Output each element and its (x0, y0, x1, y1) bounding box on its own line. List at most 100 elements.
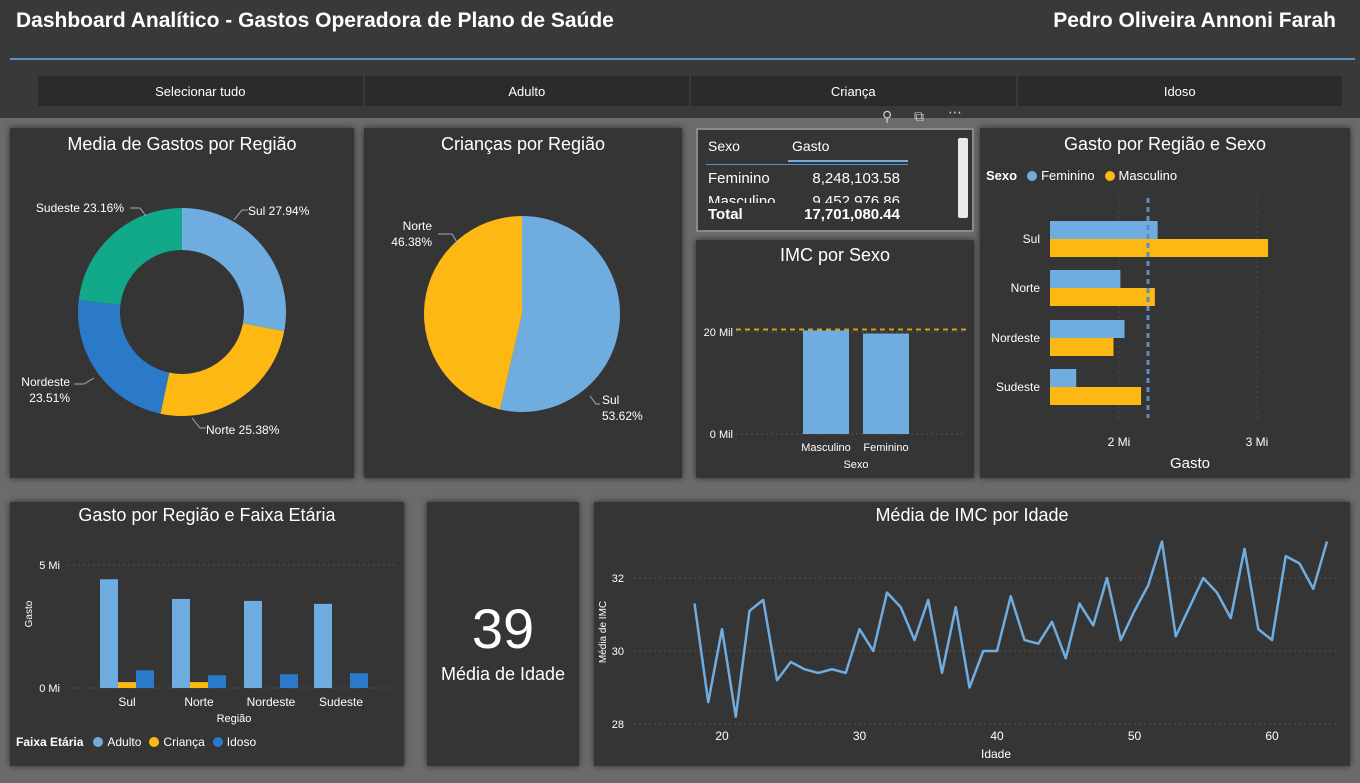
donut-label-norte: Norte 25.38% (206, 423, 280, 437)
donut-chart-panel[interactable]: Media de Gastos por Região Sul 27.94% Nor… (10, 128, 354, 478)
author-name: Pedro Oliveira Annoni Farah (1053, 9, 1336, 32)
hbar-category-norte: Norte (1011, 281, 1041, 295)
line-ylabel: Média de IMC (598, 601, 609, 663)
vbar-xtick-sul: Sul (118, 695, 135, 709)
table-header-underline (788, 160, 908, 162)
gasto-regiao-faixa-panel[interactable]: Gasto por Região e Faixa Etária Faixa Et… (10, 502, 404, 766)
vbar-nordeste-idoso (280, 674, 298, 688)
donut-label-nordeste-pct: 23.51% (29, 391, 70, 405)
gasto-regiao-sexo-chart: 2 Mi 3 Mi Sul Norte Nordeste Sudeste Gasto (991, 196, 1269, 472)
hbar-category-sudeste: Sudeste (996, 380, 1040, 394)
imc-idade-panel[interactable]: Média de IMC por Idade 28 30 32 20 30 40 50 60 I… (594, 502, 1350, 766)
pie-leader-sul (589, 395, 600, 405)
table-header-gasto[interactable]: Gasto (792, 138, 829, 154)
kpi-media-idade-value: 39 (471, 597, 535, 660)
imcsexo-ytick-zero: 0 Mil (710, 429, 733, 441)
gasto-regiao-sexo-panel[interactable]: Gasto por Região e Sexo Sexo Feminino Ma… (980, 128, 1350, 478)
pie-chart: Sul 53.62% Norte 46.38% (391, 216, 643, 423)
table-cell-gasto-masculino: 9,452,976.86 (812, 193, 900, 203)
donut-slice-sudeste (78, 208, 182, 305)
vbar-sudeste-idoso (350, 673, 368, 688)
line-ytick-32: 32 (612, 573, 624, 585)
hbar-xlabel: Gasto (1170, 455, 1210, 472)
pie-label-sul-pct: 53.62% (602, 409, 643, 423)
vbar-norte-criança (190, 682, 208, 688)
imc-sexo-chart: 20 Mil 0 Mil Masculino Feminino Sexo (704, 327, 966, 471)
vbar-sudeste-adulto (314, 603, 332, 688)
line-xlabel: Idade (981, 747, 1011, 761)
legend-dot-adulto (93, 737, 104, 747)
focus-mode-icon[interactable]: ⧉ (914, 108, 924, 125)
kpi-media-idade-label: Média de Idade (440, 664, 566, 684)
imcsexo-bar-feminino (863, 333, 909, 434)
header: Dashboard Analítico - Gastos Operadora d… (0, 0, 1360, 118)
hbar-norte-feminino (1050, 270, 1121, 288)
table-header-sexo[interactable]: Sexo (708, 138, 740, 154)
table-total-value: 17,701,080.44 (804, 206, 900, 223)
vbar-sul-criança (118, 682, 136, 688)
line-xtick-30: 30 (853, 729, 867, 743)
table-cell-sexo-feminino: Feminino (708, 170, 770, 187)
imc-sexo-panel[interactable]: IMC por Sexo 20 Mil 0 Mil Masculino Feminin… (696, 240, 974, 478)
vbar-sul-idoso (136, 670, 154, 688)
more-options-icon[interactable]: ⋯ (948, 104, 962, 121)
table-scrollbar[interactable] (958, 138, 968, 218)
table-cell-gasto-feminino: 8,248,103.58 (812, 170, 900, 187)
donut-label-sudeste: Sudeste 23.16% (36, 201, 124, 215)
vbar-nordeste-adulto (244, 600, 262, 688)
vbar-xtick-norte: Norte (184, 695, 214, 709)
imcsexo-xlabel: Sexo (843, 459, 868, 471)
hbar-sul-feminino (1050, 221, 1158, 239)
pie-label-norte-pct: 46.38% (391, 235, 432, 249)
hbar-category-nordeste: Nordeste (991, 331, 1040, 345)
age-group-slicer: Selecionar tudo Adulto Criança Idoso (38, 76, 1342, 106)
hbar-nordeste-masculino (1050, 338, 1114, 356)
slicer-select-all[interactable]: Selecionar tudo (38, 76, 363, 106)
line-series-imc (693, 540, 1329, 718)
filter-icon[interactable]: ⚲ (882, 108, 892, 125)
imcsexo-bar-masculino (803, 330, 849, 434)
imc-idade-chart: 28 30 32 20 30 40 50 60 Idade Média de IMC (598, 540, 1339, 761)
vbar-ylabel: Gasto (24, 600, 35, 627)
line-ytick-28: 28 (612, 719, 624, 731)
legend-label-idoso[interactable]: Idoso (227, 735, 256, 749)
hbar-xtick-3: 3 Mi (1246, 435, 1269, 449)
header-divider (10, 58, 1355, 60)
vbar-xtick-sudeste: Sudeste (319, 695, 363, 709)
vbar-norte-adulto (172, 598, 190, 688)
slicer-adulto[interactable]: Adulto (364, 76, 689, 106)
donut-label-nordeste-name: Nordeste (21, 375, 70, 389)
donut-label-sul: Sul 27.94% (248, 204, 310, 218)
imcsexo-xtick-masculino: Masculino (801, 442, 851, 454)
vbar-norte-idoso (208, 675, 226, 688)
hbar-sudeste-feminino (1050, 369, 1077, 387)
vbar-xlabel: Região (217, 713, 252, 725)
pie-label-norte-name: Norte (403, 219, 433, 233)
legend-label-crianca[interactable]: Criança (163, 735, 204, 749)
slicer-idoso[interactable]: Idoso (1017, 76, 1342, 106)
legend-dot-crianca (149, 737, 160, 747)
legend-label-adulto[interactable]: Adulto (107, 735, 141, 749)
gasto-regiao-faixa-chart: 5 Mi 0 Mi Sul Norte Nordeste Sudeste Região Gas… (24, 560, 398, 725)
hbar-sudeste-masculino (1050, 387, 1142, 405)
legend-title-faixa: Faixa Etária (16, 735, 84, 749)
gasto-sexo-table[interactable]: Sexo Gasto Feminino 8,248,103.58 Masculi… (696, 128, 974, 232)
donut-chart: Sul 27.94% Norte 25.38% Nordeste 23.51% Sude… (21, 201, 310, 437)
line-xtick-50: 50 (1128, 729, 1142, 743)
slicer-crianca[interactable]: Criança (691, 76, 1016, 106)
line-xtick-20: 20 (715, 729, 729, 743)
table-cell-sexo-masculino: Masculino (708, 193, 776, 203)
vbar-xtick-nordeste: Nordeste (247, 695, 296, 709)
line-xtick-60: 60 (1265, 729, 1279, 743)
donut-leader-sudeste (130, 207, 147, 217)
dashboard-title: Dashboard Analítico - Gastos Operadora d… (16, 9, 614, 32)
legend-dot-idoso (212, 737, 223, 747)
donut-leader-sul (233, 209, 248, 221)
hbar-nordeste-feminino (1050, 320, 1125, 338)
hbar-norte-masculino (1050, 288, 1155, 306)
donut-slice-sul (182, 208, 287, 332)
pie-chart-panel[interactable]: Crianças por Região Sul 53.62% Norte 46.38% (364, 128, 682, 478)
donut-leader-norte (191, 417, 206, 429)
hbar-category-sul: Sul (1023, 232, 1040, 246)
hbar-sul-masculino (1050, 239, 1269, 257)
